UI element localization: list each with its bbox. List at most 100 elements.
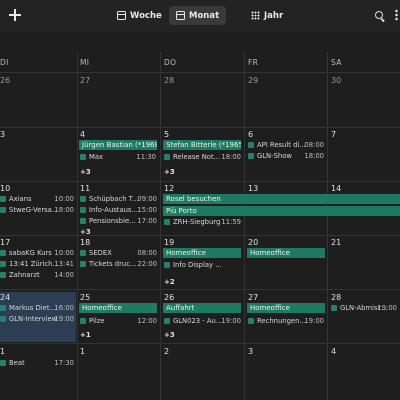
multiday-event[interactable]: Rosel besuchen xyxy=(163,194,400,204)
event-item[interactable]: Pensionsbie... 17:00 xyxy=(80,216,157,226)
more-events-link[interactable]: +1 xyxy=(80,331,91,339)
grid-line xyxy=(0,72,400,73)
search-icon[interactable] xyxy=(375,11,383,19)
event-color-icon xyxy=(80,218,86,224)
allday-event[interactable]: Homeoffice xyxy=(79,303,157,313)
more-icon[interactable] xyxy=(395,9,398,21)
allday-event[interactable]: Stefan Bitterle (*1965) xyxy=(163,140,241,150)
grid-line xyxy=(0,127,400,128)
event-time: 22:00 xyxy=(137,260,157,268)
event-item[interactable]: GLN-Abmisc... 19:00 xyxy=(331,303,397,313)
event-item[interactable]: SEDEX 08:00 xyxy=(80,248,157,258)
event-time: 19:00 xyxy=(304,317,324,325)
day-number: 30 xyxy=(331,76,342,85)
event-time: 18:00 xyxy=(304,152,324,160)
allday-event[interactable]: Homeoffice xyxy=(247,248,325,258)
event-title: GLN023 - Au... xyxy=(173,317,223,325)
event-title: SEDEX xyxy=(89,249,112,257)
day-number: 25 xyxy=(80,293,91,302)
event-item[interactable]: GLN023 - Au... 19:00 xyxy=(164,316,241,326)
event-item[interactable]: GLN-Show 18:00 xyxy=(248,151,324,161)
day-number: 29 xyxy=(248,76,259,85)
event-item[interactable]: Rechnungen... 19:00 xyxy=(248,316,324,326)
event-item[interactable]: sabaKG Kurs 10:00 xyxy=(0,248,74,258)
event-item[interactable]: Release Not... 18:00 xyxy=(164,152,241,162)
event-time: 19:00 xyxy=(221,317,241,325)
event-color-icon xyxy=(0,272,6,278)
day-number: 4 xyxy=(331,347,337,356)
more-events-link[interactable]: +3 xyxy=(164,331,175,339)
event-item[interactable]: StweG-Versa... 18:00 xyxy=(0,205,74,215)
day-number: 26 xyxy=(0,76,11,85)
event-color-icon xyxy=(80,207,86,213)
event-time: 08:00 xyxy=(304,141,324,149)
allday-event[interactable]: Homeoffice xyxy=(247,303,325,313)
day-number: 2 xyxy=(164,347,170,356)
event-item[interactable]: Beat 17:30 xyxy=(0,358,74,368)
weekday-header: MI xyxy=(80,58,90,67)
event-color-icon xyxy=(0,316,6,322)
day-number: 3 xyxy=(248,347,254,356)
event-item[interactable]: Axians 10:00 xyxy=(0,194,74,204)
event-title: GLN-Show xyxy=(257,152,292,160)
add-event-icon[interactable] xyxy=(8,8,22,22)
weekday-header: DO xyxy=(164,58,177,67)
day-number: 27 xyxy=(248,293,259,302)
allday-event[interactable]: Auffahrt xyxy=(163,303,241,313)
allday-event[interactable]: Jürgen Bastian (*1968) xyxy=(79,140,157,150)
day-number: 5 xyxy=(164,130,170,139)
event-time: 11:59 xyxy=(221,218,241,226)
weekday-header: SA xyxy=(331,58,342,67)
more-events-link[interactable]: +3 xyxy=(80,228,91,236)
event-time: 17:30 xyxy=(54,359,74,367)
event-item[interactable]: Zahnarzt 14:00 xyxy=(0,270,74,280)
event-item[interactable]: Tickets druc... 22:00 xyxy=(80,259,157,269)
day-number: 6 xyxy=(248,130,254,139)
day-number: 18 xyxy=(80,238,91,247)
event-item[interactable]: Info Display ... xyxy=(164,260,241,270)
event-item[interactable]: Info-Austaus... 15:00 xyxy=(80,205,157,215)
event-title: sabaKG Kurs xyxy=(9,249,52,257)
event-color-icon xyxy=(0,305,6,311)
event-item[interactable]: 13:41 Zürich... 13:41 xyxy=(0,259,74,269)
event-color-icon xyxy=(248,142,254,148)
view-month-button[interactable]: Monat xyxy=(169,6,227,25)
day-number: 27 xyxy=(80,76,91,85)
event-item[interactable]: Schüpbach T... 09:00 xyxy=(80,194,157,204)
event-item[interactable]: Markus Diet... 16:00 xyxy=(0,303,74,313)
day-number: 20 xyxy=(248,238,259,247)
day-number: 4 xyxy=(80,130,86,139)
event-time: 18:00 xyxy=(54,206,74,214)
day-number: 21 xyxy=(331,238,342,247)
event-time: 10:00 xyxy=(54,195,74,203)
more-events-link[interactable]: +3 xyxy=(164,168,175,176)
event-color-icon xyxy=(331,305,337,311)
event-item[interactable]: Max 11:30 xyxy=(80,152,156,162)
day-number: 26 xyxy=(164,293,175,302)
event-time: 15:00 xyxy=(137,206,157,214)
weekday-header: DI xyxy=(0,58,9,67)
weekday-header: FR xyxy=(248,58,259,67)
event-item[interactable]: API Result di... 08:00 xyxy=(248,140,324,150)
day-number: 1 xyxy=(80,347,86,356)
event-title: Rechnungen... xyxy=(257,317,306,325)
event-item[interactable]: Pilze 12:00 xyxy=(80,316,157,326)
event-color-icon xyxy=(164,219,170,225)
event-time: 17:00 xyxy=(137,217,157,225)
event-color-icon xyxy=(80,261,86,267)
day-number: 1 xyxy=(0,347,6,356)
event-item[interactable]: GLN-Interview 19:00 xyxy=(0,314,74,324)
allday-event[interactable]: Homeoffice xyxy=(163,248,241,258)
more-events-link[interactable]: +3 xyxy=(80,168,91,176)
event-color-icon xyxy=(0,261,6,267)
grid-line xyxy=(0,343,400,344)
view-year-button[interactable]: Jahr xyxy=(244,6,290,25)
event-item[interactable]: ZRH-Siegburg 11:59 xyxy=(164,217,241,227)
more-events-link[interactable]: +2 xyxy=(164,278,175,286)
view-week-button[interactable]: Woche xyxy=(110,6,169,25)
multiday-event[interactable]: Più Porto xyxy=(163,206,400,216)
grid-line xyxy=(0,181,400,182)
event-color-icon xyxy=(0,207,6,213)
event-color-icon xyxy=(0,250,6,256)
event-color-icon xyxy=(0,196,6,202)
